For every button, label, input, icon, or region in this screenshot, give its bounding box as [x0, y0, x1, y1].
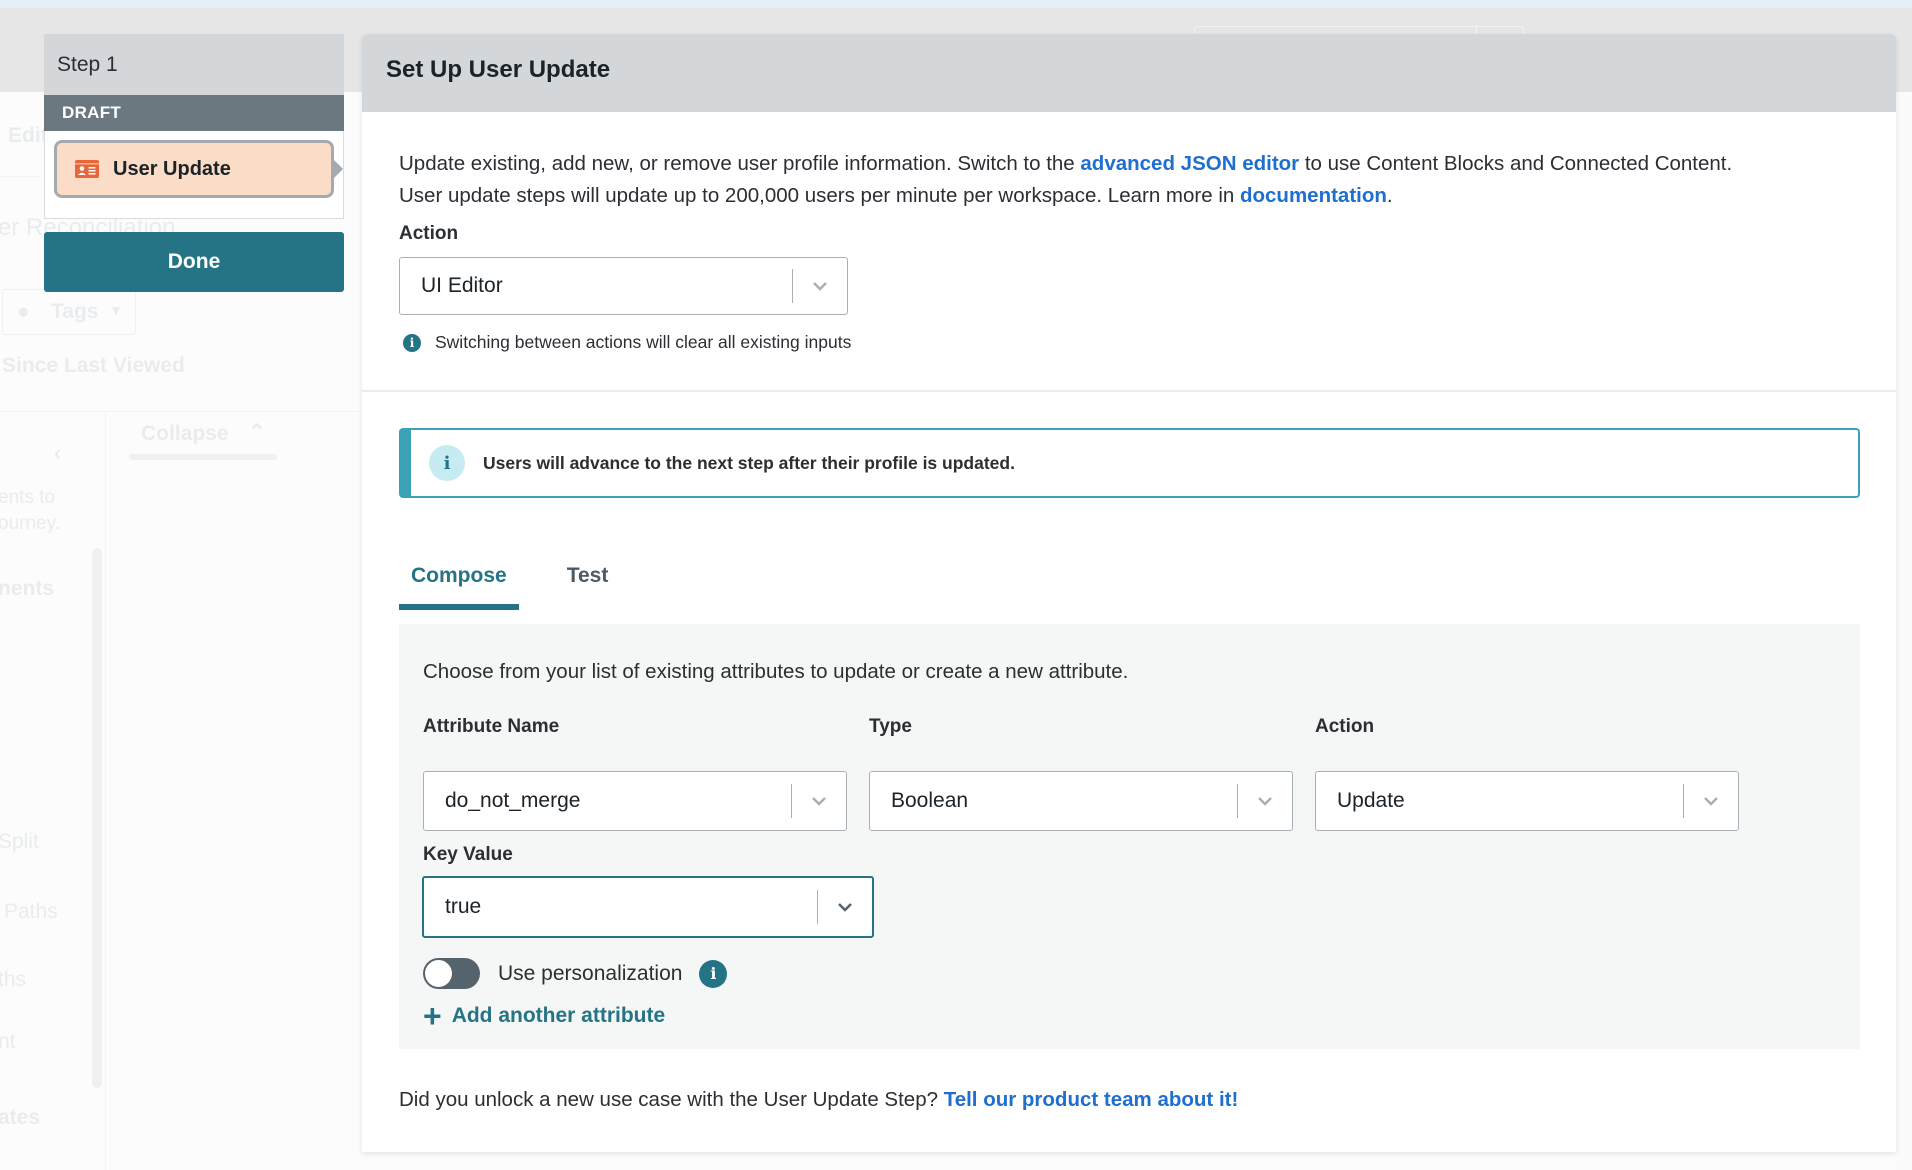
attribute-action-value: Update	[1337, 789, 1405, 812]
background-right-edge	[1896, 92, 1912, 1170]
background-tags-button: ● Tags ▼	[2, 289, 136, 335]
chevron-down-icon[interactable]	[1684, 796, 1738, 806]
caret-down-icon: ▼	[109, 302, 123, 318]
background-tags-label: Tags	[51, 300, 99, 323]
background-section-label: nents	[0, 577, 55, 600]
intro-text-2: to use Content Blocks and Connected Cont…	[1299, 152, 1733, 175]
type-value: Boolean	[891, 789, 969, 812]
background-scrollbar	[92, 548, 102, 1088]
background-divider	[105, 412, 106, 1170]
advanced-json-editor-link[interactable]: advanced JSON editor	[1080, 152, 1299, 175]
panel-title: Set Up User Update	[386, 56, 611, 83]
browser-top-strip	[0, 0, 1912, 8]
setup-panel: Set Up User Update Update existing, add …	[362, 34, 1896, 1152]
status-badge: DRAFT	[44, 95, 344, 131]
intro-text-1: Update existing, add new, or remove user…	[399, 152, 1081, 175]
attribute-action-select[interactable]: Update	[1315, 771, 1739, 831]
type-select[interactable]: Boolean	[869, 771, 1293, 831]
type-label: Type	[869, 716, 912, 737]
personalization-label: Use personalization	[498, 961, 683, 985]
id-card-icon	[75, 160, 99, 178]
section-divider	[362, 390, 1896, 392]
attribute-name-label: Attribute Name	[423, 716, 560, 737]
compose-description: Choose from your list of existing attrib…	[423, 660, 1129, 683]
attribute-name-select[interactable]: do_not_merge	[423, 771, 847, 831]
background-divider	[0, 176, 40, 177]
action-select[interactable]: UI Editor	[399, 257, 848, 315]
chevron-down-icon[interactable]	[793, 281, 847, 291]
documentation-link[interactable]: documentation	[1240, 184, 1387, 207]
step-body: User Update	[44, 131, 344, 219]
info-icon[interactable]: i	[699, 959, 728, 988]
footer-text: Did you unlock a new use case with the U…	[399, 1088, 944, 1111]
feedback-footer: Did you unlock a new use case with the U…	[399, 1088, 1238, 1112]
chevrons-up-icon: ⌃	[248, 421, 266, 444]
tab-bar: Compose Test	[399, 564, 621, 610]
info-callout: i Users will advance to the next step af…	[399, 428, 1860, 498]
background-since-last-viewed: Since Last Viewed	[2, 354, 185, 377]
background-collapse-underline	[129, 454, 277, 460]
step-title: Step 1	[44, 34, 344, 95]
add-another-attribute-label: Add another attribute	[451, 1004, 666, 1027]
callout-text: Users will advance to the next step afte…	[483, 452, 1015, 473]
key-value-label: Key Value	[423, 844, 513, 865]
intro-text: Update existing, add new, or remove user…	[399, 148, 1879, 212]
step-column: Step 1 DRAFT User Update Done	[44, 34, 344, 292]
tab-test[interactable]: Test	[555, 564, 621, 606]
action-label: Action	[399, 223, 459, 244]
tab-compose[interactable]: Compose	[399, 564, 519, 610]
background-section-label: ates	[0, 1106, 41, 1129]
intro-text-3: User update steps will update up to 200,…	[399, 184, 1240, 207]
step-card-label: User Update	[113, 157, 231, 180]
background-text: Split	[0, 830, 39, 853]
key-value-select[interactable]: true	[422, 876, 874, 938]
background-text: ents to	[0, 487, 56, 508]
personalization-toggle-row: Use personalization i	[423, 958, 728, 989]
background-collapse-label: Collapse	[141, 422, 229, 445]
attribute-name-value: do_not_merge	[445, 789, 581, 812]
key-value-value: true	[445, 895, 482, 918]
chevron-down-icon[interactable]	[1238, 796, 1292, 806]
background-divider	[0, 411, 362, 412]
background-text: Paths	[4, 900, 58, 923]
chevron-down-icon[interactable]	[792, 796, 846, 806]
feedback-link[interactable]: Tell our product team about it!	[944, 1088, 1239, 1111]
plus-icon: +	[423, 998, 442, 1034]
action-hint-text: Switching between actions will clear all…	[435, 332, 852, 352]
attribute-action-label: Action	[1315, 716, 1375, 737]
background-text: ourney.	[0, 513, 60, 534]
personalization-toggle[interactable]	[423, 958, 480, 989]
done-button[interactable]: Done	[44, 232, 344, 292]
action-select-value: UI Editor	[421, 274, 503, 297]
info-icon: i	[403, 333, 421, 352]
intro-text-4: .	[1386, 184, 1393, 207]
chevron-left-icon: ‹	[54, 442, 61, 465]
background-text: ths	[0, 968, 27, 991]
background-edit-label: Edit	[8, 124, 48, 147]
step-card-user-update[interactable]: User Update	[54, 140, 343, 198]
tag-icon: ●	[17, 300, 30, 323]
compose-section: Choose from your list of existing attrib…	[399, 624, 1860, 1049]
chevron-down-icon[interactable]	[818, 902, 872, 912]
panel-header: Set Up User Update	[362, 34, 1896, 112]
info-icon: i	[429, 445, 465, 481]
add-another-attribute-button[interactable]: + Add another attribute	[423, 1000, 665, 1032]
background-text: nt	[0, 1030, 16, 1053]
action-hint: i Switching between actions will clear a…	[403, 332, 851, 353]
